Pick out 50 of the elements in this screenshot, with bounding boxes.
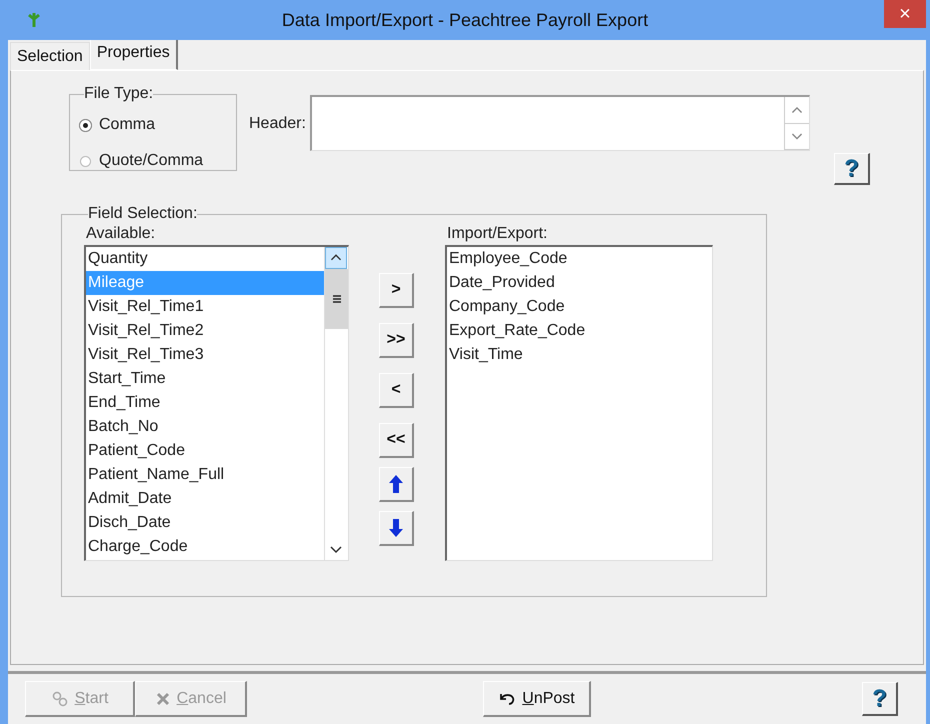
window-title: Data Import/Export - Peachtree Payroll Export: [280, 10, 650, 30]
tab[interactable]: Selection: [10, 42, 90, 70]
list-item[interactable]: Company_Code: [447, 295, 712, 319]
x-mark-icon: [154, 690, 171, 706]
close-button[interactable]: ×: [884, 0, 926, 28]
scroll-thumb[interactable]: [325, 269, 348, 329]
move-up-button[interactable]: [379, 467, 414, 502]
list-item[interactable]: Quantity: [86, 247, 324, 271]
radio-label: Quote/Comma: [99, 152, 204, 170]
list-item[interactable]: Patient_Code: [86, 439, 324, 463]
help-button[interactable]: ?: [862, 682, 898, 716]
list-item[interactable]: Date_Provided: [447, 271, 712, 295]
list-box[interactable]: Employee_Code Date_Provided Company_Code Export_Rate_Code Visit_Time: [445, 245, 713, 561]
radio-label: Comma: [99, 116, 156, 134]
list-item[interactable]: Charge_Code: [86, 535, 324, 559]
grip-icon: [332, 294, 342, 304]
list-item[interactable]: Visit_Time: [447, 343, 712, 367]
list-item[interactable]: Visit_Rel_Time1: [86, 295, 324, 319]
list-item[interactable]: Visit_Rel_Time2: [86, 319, 324, 343]
move-button[interactable]: >>: [379, 323, 414, 358]
tab[interactable]: Properties: [90, 38, 178, 70]
move-button[interactable]: <<: [379, 423, 414, 458]
list-item[interactable]: Export_Rate_Code: [447, 319, 712, 343]
move-down-button[interactable]: [379, 511, 414, 546]
move-button[interactable]: <: [379, 373, 414, 408]
sprout-icon: [26, 12, 42, 28]
list-label: Available:: [86, 225, 156, 243]
list-item[interactable]: Admit_Date: [86, 487, 324, 511]
list-item[interactable]: Patient_Name_Full: [86, 463, 324, 487]
arrow-down-icon: [388, 518, 404, 538]
undo-icon: [498, 692, 516, 706]
list-item[interactable]: End_Time: [86, 391, 324, 415]
field-label: Header:: [249, 115, 306, 133]
gears-icon: [50, 690, 69, 706]
list-item[interactable]: Employee_Code: [447, 247, 712, 271]
list-item[interactable]: Batch_No: [86, 415, 324, 439]
group-title: Field Selection:: [88, 205, 198, 223]
scrollbar[interactable]: [324, 247, 348, 560]
list-item[interactable]: Visit_Rel_Time3: [86, 343, 324, 367]
list-item[interactable]: Disch_Date: [86, 511, 324, 535]
help-button[interactable]: ?: [834, 153, 870, 185]
list-box[interactable]: Quantity Mileage Visit_Rel_Time1 Visit_Rel_Time2 Visit_Rel_Time3 Start_Time End_Time Batch_No Patient_Code Patient_Name_Full Admit_Date Disch_Date Charge_Code: [84, 245, 349, 561]
chevron-up-icon[interactable]: [325, 247, 347, 269]
unpost-button[interactable]: UnPost: [483, 681, 591, 717]
arrow-up-icon: [388, 474, 404, 494]
radio-button[interactable]: [80, 156, 91, 166]
list-item[interactable]: Start_Time: [86, 367, 324, 391]
list-label: Import/Export:: [447, 225, 548, 243]
group-title: File Type:: [84, 85, 154, 103]
move-button[interactable]: >: [379, 273, 414, 308]
